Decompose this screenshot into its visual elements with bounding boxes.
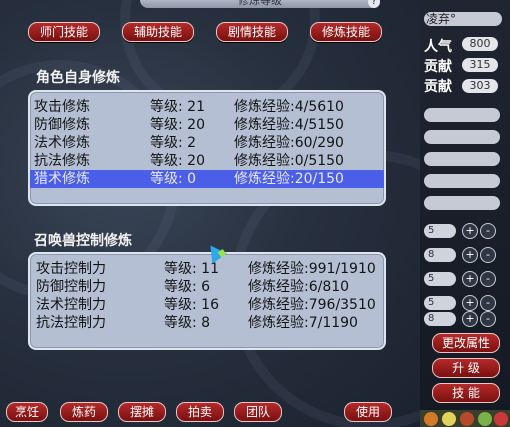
item-icon[interactable] xyxy=(478,412,492,426)
plus-button[interactable]: + xyxy=(462,311,478,327)
cultivation-exp: 修炼经验:4/5150 xyxy=(234,117,344,133)
tab-school-skills[interactable]: 师门技能 xyxy=(28,22,100,42)
contribution-value: 303 xyxy=(462,79,498,93)
attribute-point-value: 5 xyxy=(424,296,456,310)
cultivation-level: 等级: 2 xyxy=(150,135,197,151)
minus-button[interactable]: - xyxy=(480,247,496,263)
cooking-button[interactable]: 烹饪 xyxy=(6,402,48,422)
cultivation-row[interactable]: 攻击修炼 等级: 21 修炼经验:4/5610 xyxy=(30,98,384,116)
window-title: 修炼等级 xyxy=(140,0,380,8)
self-cultivation-title: 角色自身修炼 xyxy=(36,70,120,86)
tab-cultivation-skills[interactable]: 修炼技能 xyxy=(310,22,382,42)
tab-support-skills[interactable]: 辅助技能 xyxy=(122,22,194,42)
item-icon[interactable] xyxy=(460,412,474,426)
cultivation-exp: 修炼经验:0/5150 xyxy=(234,153,344,169)
self-cultivation-panel: 攻击修炼 等级: 21 修炼经验:4/5610 防御修炼 等级: 20 修炼经验… xyxy=(28,90,386,206)
cultivation-name: 防御控制力 xyxy=(36,279,106,295)
item-icon[interactable] xyxy=(424,412,438,426)
pet-cultivation-row[interactable]: 防御控制力 等级: 6 修炼经验:6/810 xyxy=(30,278,384,296)
item-icon[interactable] xyxy=(494,412,508,426)
plus-button[interactable]: + xyxy=(462,295,478,311)
character-name-field: 凌弃° xyxy=(424,12,502,26)
contribution-value: 315 xyxy=(462,58,498,72)
alchemy-button[interactable]: 炼药 xyxy=(60,402,108,422)
pet-cultivation-row[interactable]: 法术控制力 等级: 16 修炼经验:796/3510 xyxy=(30,296,384,314)
pet-cultivation-row[interactable]: 攻击控制力 等级: 11 修炼经验:991/1910 xyxy=(30,260,384,278)
attribute-point-value: 8 xyxy=(424,248,456,262)
use-button[interactable]: 使用 xyxy=(344,402,392,422)
cultivation-level: 等级: 20 xyxy=(150,117,205,133)
cultivation-row-selected[interactable]: 猎术修炼 等级: 0 修炼经验:20/150 xyxy=(30,170,384,188)
cultivation-name: 法术控制力 xyxy=(36,297,106,313)
minus-button[interactable]: - xyxy=(480,295,496,311)
attribute-field xyxy=(424,152,500,166)
plus-button[interactable]: + xyxy=(462,223,478,239)
minus-button[interactable]: - xyxy=(480,271,496,287)
cultivation-exp: 修炼经验:796/3510 xyxy=(248,297,376,313)
skills-button[interactable]: 技 能 xyxy=(432,383,500,403)
cultivation-exp: 修炼经验:20/150 xyxy=(234,171,344,187)
plus-button[interactable]: + xyxy=(462,271,478,287)
cultivation-exp: 修炼经验:6/810 xyxy=(248,279,350,295)
plus-button[interactable]: + xyxy=(462,247,478,263)
pet-cultivation-panel: 攻击控制力 等级: 11 修炼经验:991/1910 防御控制力 等级: 6 修… xyxy=(28,252,386,350)
attribute-point-value: 5 xyxy=(424,224,456,238)
cultivation-level: 等级: 0 xyxy=(150,171,197,187)
stall-button[interactable]: 摆摊 xyxy=(118,402,166,422)
attribute-point-value: 5 xyxy=(424,272,456,286)
cultivation-level: 等级: 16 xyxy=(164,297,219,313)
cultivation-exp: 修炼经验:60/290 xyxy=(234,135,344,151)
cultivation-row[interactable]: 抗法修炼 等级: 20 修炼经验:0/5150 xyxy=(30,152,384,170)
popularity-label: 人气 xyxy=(424,39,452,55)
cultivation-level: 等级: 20 xyxy=(150,153,205,169)
upgrade-button[interactable]: 升 级 xyxy=(432,358,500,378)
cultivation-name: 攻击控制力 xyxy=(36,261,106,277)
minus-button[interactable]: - xyxy=(480,311,496,327)
attribute-field xyxy=(424,196,500,210)
cultivation-name: 防御修炼 xyxy=(34,117,90,133)
cultivation-exp: 修炼经验:4/5610 xyxy=(234,99,344,115)
cultivation-window: 修炼等级 ? 师门技能 辅助技能 剧情技能 修炼技能 角色自身修炼 攻击修炼 等… xyxy=(0,0,420,427)
pet-cultivation-title: 召唤兽控制修炼 xyxy=(34,233,132,249)
auction-button[interactable]: 拍卖 xyxy=(176,402,224,422)
cultivation-name: 法术修炼 xyxy=(34,135,90,151)
cultivation-level: 等级: 6 xyxy=(164,279,211,295)
cultivation-level: 等级: 21 xyxy=(150,99,205,115)
cultivation-name: 抗法修炼 xyxy=(34,153,90,169)
cultivation-row[interactable]: 法术修炼 等级: 2 修炼经验:60/290 xyxy=(30,134,384,152)
attribute-point-value: 8 xyxy=(424,312,456,326)
popularity-value: 800 xyxy=(462,37,498,51)
cultivation-name: 猎术修炼 xyxy=(34,171,90,187)
attribute-field xyxy=(424,130,500,144)
attribute-field xyxy=(424,174,500,188)
cultivation-level: 等级: 8 xyxy=(164,315,211,331)
cultivation-exp: 修炼经验:991/1910 xyxy=(248,261,376,277)
team-button[interactable]: 团队 xyxy=(234,402,282,422)
attribute-field xyxy=(424,108,500,122)
contribution-label: 贡献 xyxy=(424,79,452,95)
pet-cultivation-row[interactable]: 抗法控制力 等级: 8 修炼经验:7/1190 xyxy=(30,314,384,332)
minus-button[interactable]: - xyxy=(480,223,496,239)
cultivation-name: 攻击修炼 xyxy=(34,99,90,115)
cultivation-name: 抗法控制力 xyxy=(36,315,106,331)
item-bar xyxy=(420,410,510,427)
tab-story-skills[interactable]: 剧情技能 xyxy=(216,22,288,42)
help-button[interactable]: ? xyxy=(368,0,380,8)
change-attributes-button[interactable]: 更改属性 xyxy=(432,333,500,353)
cultivation-exp: 修炼经验:7/1190 xyxy=(248,315,358,331)
contribution-label: 贡献 xyxy=(424,59,452,75)
item-icon[interactable] xyxy=(442,412,456,426)
cultivation-row[interactable]: 防御修炼 等级: 20 修炼经验:4/5150 xyxy=(30,116,384,134)
